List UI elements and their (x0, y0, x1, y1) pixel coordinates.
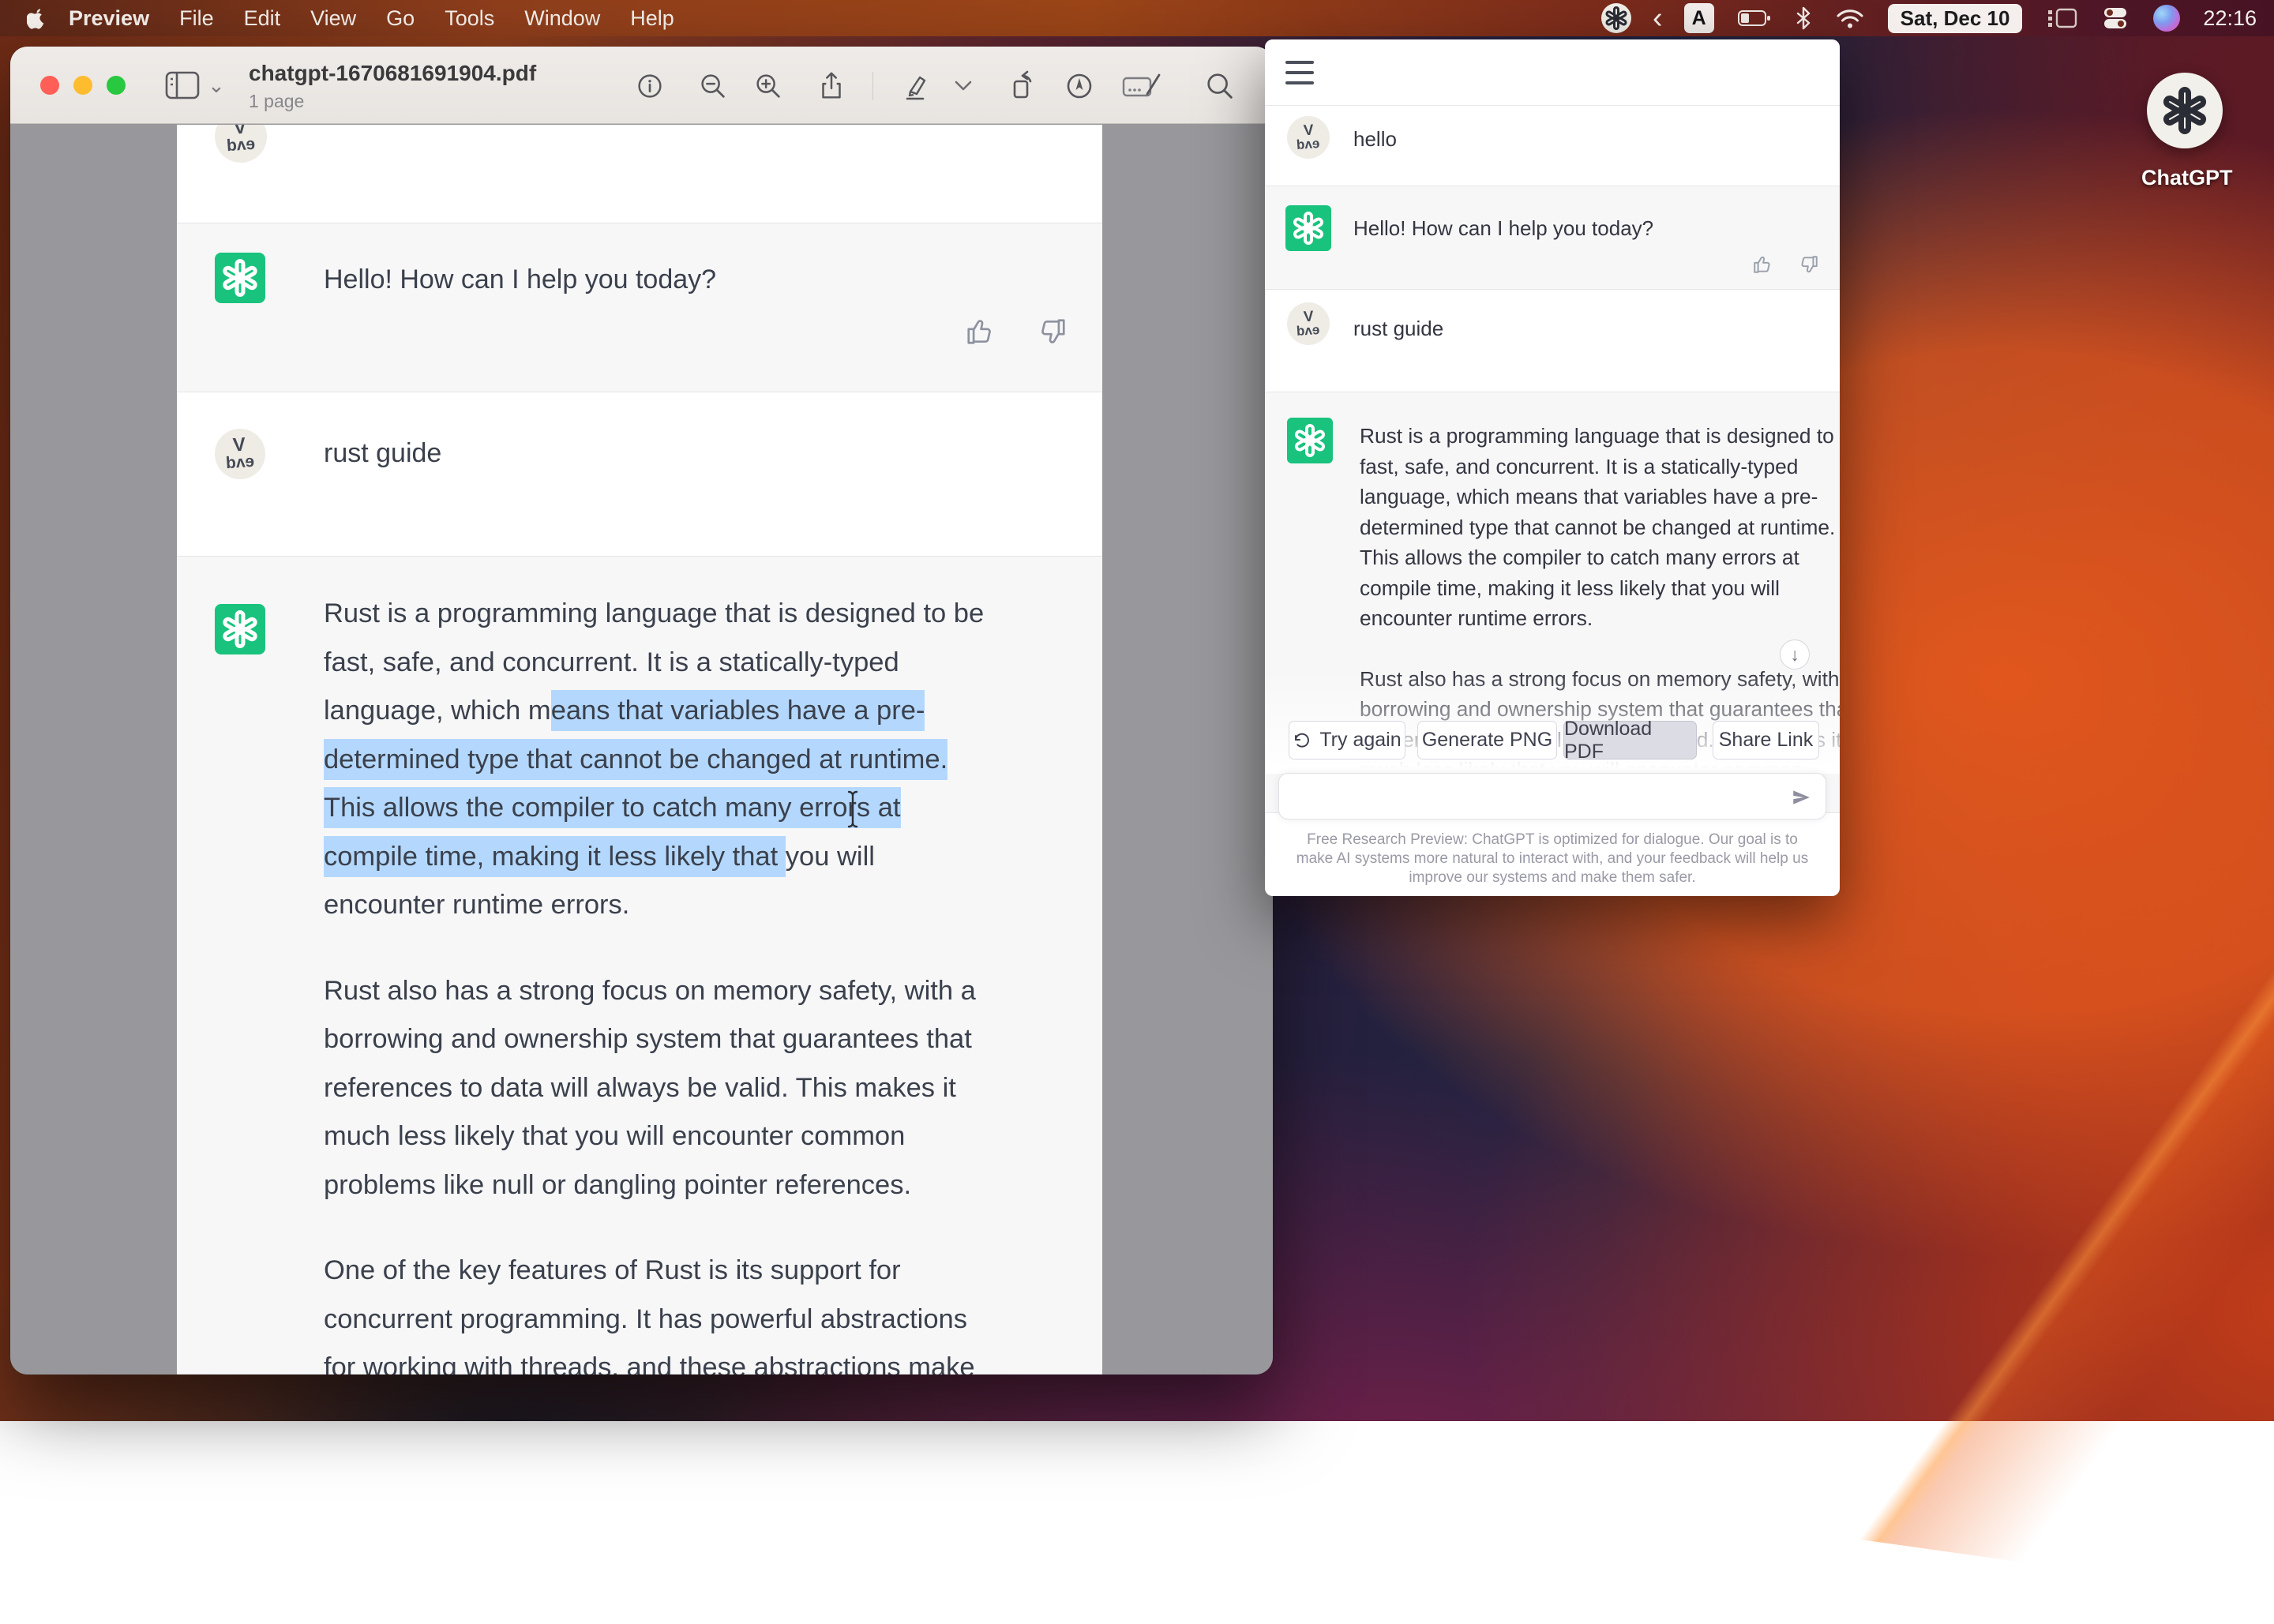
zoom-window-button[interactable] (107, 76, 126, 95)
hamburger-menu-icon[interactable] (1285, 58, 1314, 87)
chat-row-user-prompt: V bʌɘ rust guide (1265, 290, 1840, 392)
apple-menu-icon[interactable] (27, 6, 47, 30)
arrow-down-icon: ↓ (1790, 644, 1799, 666)
user-avatar: V bʌɘ (215, 429, 265, 479)
chevron-left-icon[interactable]: ‹ (1643, 6, 1672, 30)
menu-time: 22:16 (2192, 6, 2257, 31)
input-source-icon[interactable]: A (1684, 3, 1714, 33)
chatgpt-avatar (215, 253, 265, 303)
toolbar-divider (872, 72, 873, 100)
chatgpt-desktop-icon[interactable]: ChatGPT (2141, 73, 2228, 190)
menu-item-app[interactable]: Preview (54, 6, 164, 31)
chatgpt-status-icon[interactable] (1601, 3, 1631, 33)
info-icon[interactable] (631, 67, 669, 105)
text-cursor (846, 790, 860, 828)
preview-window: ⌄ chatgpt-1670681691904.pdf 1 page (10, 47, 1273, 1375)
close-button[interactable] (40, 76, 59, 95)
markup-pen-icon[interactable] (1060, 67, 1098, 105)
zoom-out-icon[interactable] (694, 67, 732, 105)
try-again-button[interactable]: Try again (1289, 721, 1405, 759)
chatgpt-logo-icon (2147, 73, 2223, 148)
generate-png-button[interactable]: Generate PNG (1417, 721, 1557, 759)
user-message-text: rust guide (1353, 317, 1443, 341)
menu-bar: Preview File Edit View Go Tools Window H… (0, 0, 2274, 36)
menu-item-window[interactable]: Window (509, 6, 615, 31)
chatgpt-avatar (1287, 418, 1333, 463)
search-icon[interactable] (1201, 67, 1239, 105)
share-icon[interactable] (812, 67, 850, 105)
retry-icon (1293, 731, 1311, 750)
highlighter-icon[interactable] (896, 67, 934, 105)
chatgpt-window: V bʌɘ hello Hello! How can I help you to… (1265, 39, 1840, 896)
pdf-row-assistant-answer: Rust is a programming language that is d… (177, 556, 1102, 1375)
download-pdf-button[interactable]: Download PDF (1563, 721, 1697, 759)
user-prompt-text: rust guide (324, 438, 441, 469)
user-message-text: hello (1353, 127, 1397, 152)
sidebar-toggle-button[interactable]: ⌄ (165, 66, 241, 105)
assistant-greeting-text: Hello! How can I help you today? (324, 264, 716, 295)
chevron-down-icon: ⌄ (208, 73, 225, 98)
assistant-greeting-text: Hello! How can I help you today? (1353, 216, 1653, 241)
send-icon[interactable] (1791, 787, 1811, 808)
chat-row-user-hello: V bʌɘ hello (1265, 107, 1840, 186)
pdf-row-assistant-greeting: Hello! How can I help you today? (177, 223, 1102, 392)
thumbs-up-icon[interactable] (1752, 254, 1773, 275)
menu-item-tools[interactable]: Tools (430, 6, 509, 31)
chatgpt-avatar (215, 604, 265, 654)
chatgpt-header (1265, 39, 1840, 106)
thumbs-up-icon[interactable] (965, 317, 995, 347)
window-title: chatgpt-1670681691904.pdf (249, 61, 536, 86)
marker-chevron-icon[interactable] (951, 67, 975, 105)
desktop-icon-label: ChatGPT (2141, 166, 2228, 190)
wifi-icon[interactable] (1824, 7, 1876, 29)
scroll-to-bottom-button[interactable]: ↓ (1780, 639, 1810, 669)
thumbs-down-icon[interactable] (1799, 254, 1819, 275)
pdf-row-user-hello: V bʌɘ (177, 125, 1102, 223)
message-input[interactable] (1278, 773, 1826, 820)
stage-manager-icon[interactable] (2034, 6, 2089, 30)
bluetooth-icon[interactable] (1783, 6, 1824, 30)
rotate-icon[interactable] (1004, 67, 1041, 105)
minimize-button[interactable] (73, 76, 92, 95)
chat-row-assistant-greeting: Hello! How can I help you today? (1265, 186, 1840, 290)
form-fill-icon[interactable] (1119, 67, 1165, 105)
share-link-button[interactable]: Share Link (1713, 721, 1819, 759)
pdf-row-user-prompt: V bʌɘ rust guide (177, 392, 1102, 556)
menu-item-file[interactable]: File (164, 6, 229, 31)
pdf-page[interactable]: V bʌɘ Hello! How can I help you today? (177, 125, 1102, 1375)
menu-item-go[interactable]: Go (371, 6, 430, 31)
thumbs-down-icon[interactable] (1038, 317, 1068, 347)
siri-icon[interactable] (2153, 5, 2180, 32)
preview-titlebar: ⌄ chatgpt-1670681691904.pdf 1 page (10, 47, 1273, 124)
user-avatar: V bʌɘ (215, 125, 267, 163)
menu-date[interactable]: Sat, Dec 10 (1888, 4, 2023, 33)
page-count: 1 page (249, 91, 536, 112)
control-center-icon[interactable] (2089, 6, 2141, 31)
battery-icon[interactable] (1726, 9, 1783, 27)
footer-disclaimer: Free Research Preview: ChatGPT is optimi… (1265, 831, 1840, 887)
user-avatar: V bʌɘ (1287, 302, 1330, 345)
answer-text-block: Rust is a programming language that is d… (324, 590, 984, 1375)
user-avatar: V bʌɘ (1287, 116, 1330, 159)
zoom-in-icon[interactable] (749, 67, 787, 105)
menu-item-edit[interactable]: Edit (229, 6, 296, 31)
pdf-content-area[interactable]: V bʌɘ Hello! How can I help you today? (10, 125, 1273, 1375)
menu-item-view[interactable]: View (295, 6, 371, 31)
menu-item-help[interactable]: Help (615, 6, 689, 31)
chatgpt-avatar (1285, 205, 1331, 251)
